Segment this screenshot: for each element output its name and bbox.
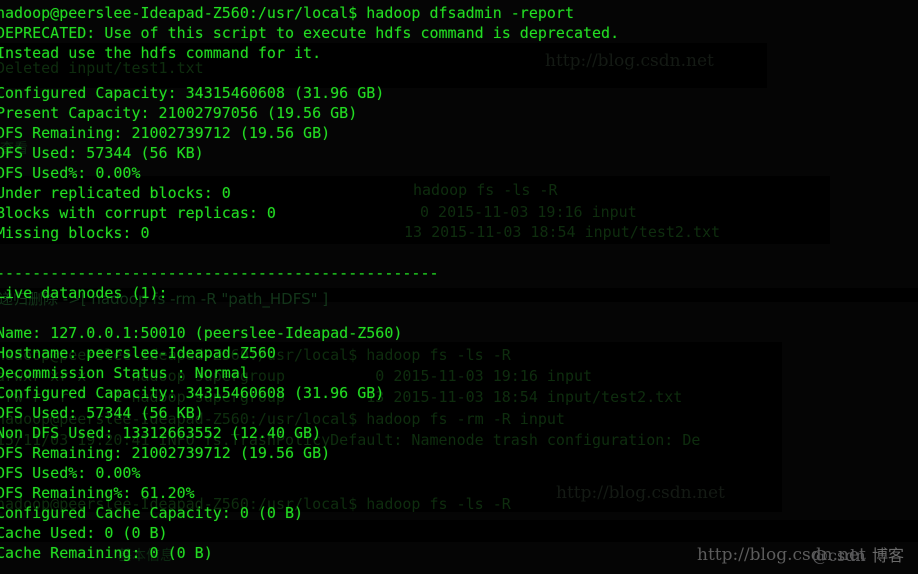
terminal-line: Instead use the hdfs command for it. — [0, 44, 322, 62]
terminal-line: Name: 127.0.0.1:50010 (peerslee-Ideapad-… — [0, 324, 403, 342]
terminal-line: Configured Cache Capacity: 0 (0 B) — [0, 504, 304, 522]
terminal-line: Configured Capacity: 34315460608 (31.96 … — [0, 384, 385, 402]
terminal-line: Live datanodes (1): — [0, 284, 168, 302]
watermark-cjk: 博客 — [872, 546, 905, 565]
terminal-line: DFS Remaining: 21002739712 (19.56 GB) — [0, 124, 331, 142]
terminal-line: Present Capacity: 21002797056 (19.56 GB) — [0, 104, 358, 122]
watermark-url: http://blog.csdn.net — [697, 545, 866, 565]
terminal-line: DFS Remaining%: 61.20% — [0, 484, 195, 502]
terminal-line: DFS Used: 57344 (56 KB) — [0, 144, 204, 162]
terminal-line: DFS Remaining: 21002739712 (19.56 GB) — [0, 444, 331, 462]
terminal-line: Under replicated blocks: 0 — [0, 184, 231, 202]
terminal-line: Configured Capacity: 34315460608 (31.96 … — [0, 84, 385, 102]
terminal-window[interactable]: Deleted input/test1.txt hadoop fs -ls -R… — [0, 0, 918, 574]
terminal-line: DFS Used%: 0.00% — [0, 464, 141, 482]
terminal-line: Non DFS Used: 13312663552 (12.40 GB) — [0, 424, 322, 442]
terminal-line: ----------------------------------------… — [0, 264, 439, 282]
terminal-line: Blocks with corrupt replicas: 0 — [0, 204, 276, 222]
terminal-line: DFS Used: 57344 (56 KB) — [0, 404, 204, 422]
terminal-output[interactable]: hadoop@peerslee-Ideapad-Z560:/usr/local$… — [0, 0, 619, 563]
terminal-line: Missing blocks: 0 — [0, 224, 150, 242]
terminal-line: Cache Used: 0 (0 B) — [0, 524, 168, 542]
terminal-line: DEPRECATED: Use of this script to execut… — [0, 24, 620, 42]
terminal-line: hadoop@peerslee-Ideapad-Z560:/usr/local$… — [0, 4, 574, 22]
terminal-line: DFS Used%: 0.00% — [0, 164, 141, 182]
watermark-overlap-handle: @csdn — [812, 546, 866, 565]
terminal-line: Cache Remaining: 0 (0 B) — [0, 544, 213, 562]
terminal-line: Decommission Status : Normal — [0, 364, 249, 382]
terminal-line: Hostname: peerslee-Ideapad-Z560 — [0, 344, 276, 362]
